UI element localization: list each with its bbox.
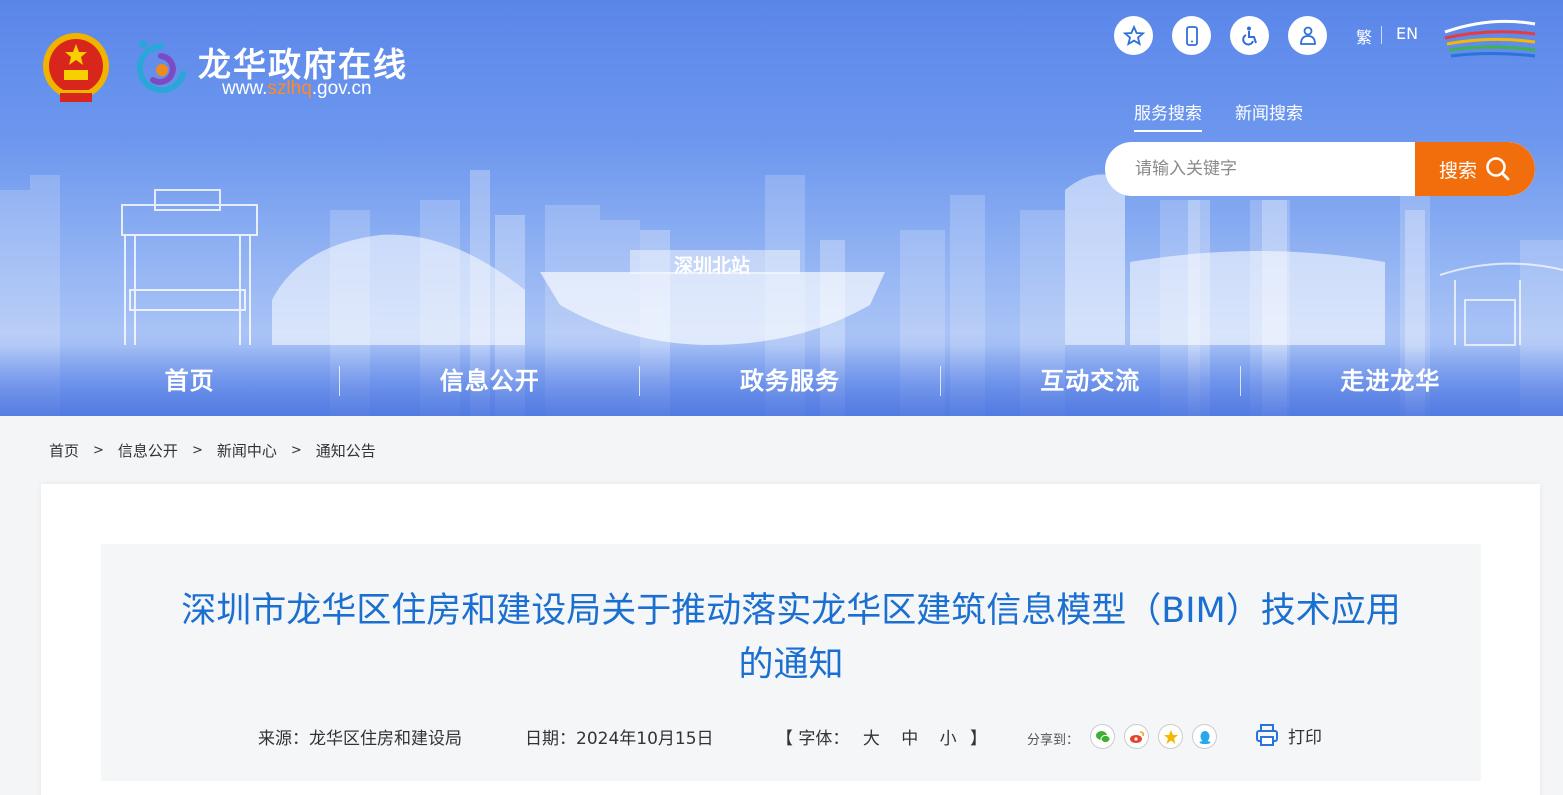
elder-care-button[interactable] xyxy=(1288,16,1327,55)
font-size-medium-button[interactable]: 中 xyxy=(901,724,918,749)
print-button[interactable]: 打印 xyxy=(1254,722,1322,748)
share-wechat-button[interactable] xyxy=(1090,724,1115,749)
breadcrumb: 首页 > 信息公开 > 新闻中心 > 通知公告 xyxy=(49,440,376,461)
source-label: 来源： xyxy=(258,729,309,749)
site-url-highlight: szlhq xyxy=(267,78,312,99)
font-size-close: 】 xyxy=(970,729,988,749)
accessibility-icon xyxy=(1241,26,1257,45)
breadcrumb-separator: > xyxy=(191,443,203,458)
traditional-chinese-link[interactable]: 繁 xyxy=(1356,24,1372,48)
share-qq-button[interactable] xyxy=(1192,724,1217,749)
article-source: 来源：龙华区住房和建设局 xyxy=(258,724,462,749)
breadcrumb-separator: > xyxy=(93,443,104,458)
share-weibo-button[interactable] xyxy=(1124,724,1149,749)
longhua-logo-icon xyxy=(136,40,186,93)
source-value: 龙华区住房和建设局 xyxy=(309,729,462,749)
lang-divider xyxy=(1381,26,1382,44)
tab-service-search[interactable]: 服务搜索 xyxy=(1134,99,1202,132)
font-size-control: 【 字体： 大 中 小 】 xyxy=(776,724,987,749)
nav-item-about-longhua[interactable]: 走进龙华 xyxy=(1241,362,1540,400)
search-input[interactable] xyxy=(1105,142,1415,196)
main-nav: 首页 信息公开 政务服务 互动交流 走进龙华 xyxy=(40,362,1540,400)
breadcrumb-info-disclosure[interactable]: 信息公开 xyxy=(118,440,178,461)
site-url: www.szlhq.gov.cn xyxy=(222,78,372,100)
favorite-icon xyxy=(1122,24,1145,46)
font-size-small-button[interactable]: 小 xyxy=(940,724,957,749)
favorite-button[interactable] xyxy=(1114,16,1153,55)
breadcrumb-home[interactable]: 首页 xyxy=(49,440,79,461)
qzone-icon xyxy=(1163,729,1178,744)
article-card: 深圳市龙华区住房和建设局关于推动落实龙华区建筑信息模型（BIM）技术应用 的通知… xyxy=(41,484,1540,795)
font-size-label: 【 字体： xyxy=(776,729,850,749)
breadcrumb-separator: > xyxy=(290,443,302,458)
elder-care-icon xyxy=(1299,26,1316,45)
site-url-prefix: www. xyxy=(222,78,268,99)
article-title-line: 的通知 xyxy=(738,645,844,685)
breadcrumb-news-center[interactable]: 新闻中心 xyxy=(217,440,277,461)
font-size-large-button[interactable]: 大 xyxy=(863,724,880,749)
weibo-icon xyxy=(1129,730,1144,743)
share-qzone-button[interactable] xyxy=(1158,724,1183,749)
wechat-icon xyxy=(1095,730,1110,743)
article-date: 日期：2024年10月15日 xyxy=(525,724,714,749)
share-label: 分享到： xyxy=(1027,733,1080,748)
nav-item-info-disclosure[interactable]: 信息公开 xyxy=(340,362,639,400)
search-button-label: 搜索 xyxy=(1438,159,1477,182)
printer-icon xyxy=(1256,724,1278,746)
nav-item-interaction[interactable]: 互动交流 xyxy=(941,362,1240,400)
search-box: 搜索 xyxy=(1105,142,1535,196)
search-button[interactable]: 搜索 xyxy=(1415,142,1535,196)
mobile-icon xyxy=(1185,25,1198,46)
tab-news-search[interactable]: 新闻搜索 xyxy=(1235,99,1303,124)
article-header: 深圳市龙华区住房和建设局关于推动落实龙华区建筑信息模型（BIM）技术应用 的通知… xyxy=(101,544,1481,781)
accessibility-button[interactable] xyxy=(1230,16,1269,55)
date-value: 2024年10月15日 xyxy=(576,729,714,749)
search-icon xyxy=(1486,157,1510,181)
national-emblem-icon xyxy=(43,33,109,102)
nav-item-home[interactable]: 首页 xyxy=(40,362,339,400)
date-label: 日期： xyxy=(525,729,576,749)
qq-icon xyxy=(1199,730,1210,744)
article-title-line: 深圳市龙华区住房和建设局关于推动落实龙华区建筑信息模型（BIM）技术应用 xyxy=(181,591,1401,631)
nav-item-government-services[interactable]: 政务服务 xyxy=(640,362,939,400)
mobile-button[interactable] xyxy=(1172,16,1211,55)
station-sign: 深圳北站 xyxy=(674,254,750,277)
article-title: 深圳市龙华区住房和建设局关于推动落实龙华区建筑信息模型（BIM）技术应用 的通知 xyxy=(141,584,1441,692)
print-label: 打印 xyxy=(1288,727,1322,748)
shenzhen-government-logo-icon[interactable] xyxy=(1441,18,1539,64)
english-link[interactable]: EN xyxy=(1396,24,1418,43)
breadcrumb-notices[interactable]: 通知公告 xyxy=(316,440,376,461)
site-url-suffix: .gov.cn xyxy=(311,78,372,99)
